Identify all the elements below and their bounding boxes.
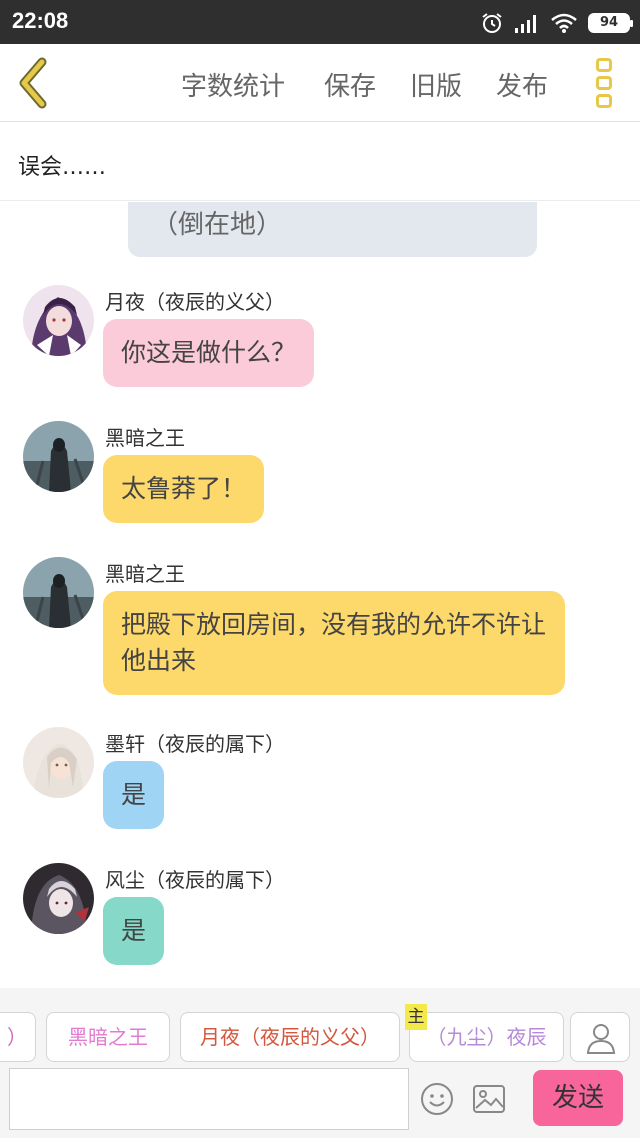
battery-icon: 94 — [588, 13, 633, 33]
menu-dot — [596, 58, 612, 72]
message-bubble[interactable]: 你这是做什么？ — [103, 319, 315, 387]
character-chip[interactable]: 月夜（夜辰的义父） — [180, 1012, 400, 1062]
character-chip[interactable]: （九尘）夜辰 — [409, 1012, 564, 1062]
input-bar: 发送 — [0, 1066, 640, 1138]
message-bubble[interactable]: 是 — [103, 761, 165, 829]
message-sender: 风尘（夜辰的属下） — [105, 868, 285, 892]
character-bar: ） 黑暗之王 月夜（夜辰的义父） （九尘）夜辰 主 — [0, 988, 640, 1066]
smiley-icon[interactable] — [420, 1082, 454, 1116]
chapter-title-row[interactable]: 误会…… — [0, 123, 640, 201]
chat-area[interactable]: （倒在地） 月夜（夜辰的义父） 你这是做什么？ 黑暗之王 太鲁莽了！ 黑暗之王 … — [0, 202, 640, 988]
back-button[interactable] — [14, 56, 54, 110]
status-bar: 22:08 94 — [0, 0, 640, 44]
narration-bubble[interactable]: （倒在地） — [128, 202, 537, 257]
avatar[interactable] — [23, 285, 94, 356]
message-sender: 黑暗之王 — [105, 562, 185, 586]
message-bubble[interactable]: 把殿下放回房间，没有我的允许不许让他出来 — [103, 591, 565, 695]
character-chip[interactable]: 黑暗之王 — [46, 1012, 170, 1062]
word-count-button[interactable]: 字数统计 — [181, 66, 285, 103]
host-badge: 主 — [405, 1004, 427, 1030]
avatar[interactable] — [23, 863, 94, 934]
message-bubble[interactable]: 太鲁莽了！ — [103, 455, 265, 523]
more-menu-button[interactable] — [592, 56, 616, 110]
message-sender: 黑暗之王 — [105, 426, 185, 450]
message-sender: 月夜（夜辰的义父） — [105, 290, 285, 314]
image-icon[interactable] — [472, 1084, 506, 1114]
menu-dot — [596, 94, 612, 108]
save-button[interactable]: 保存 — [324, 66, 376, 103]
character-chip[interactable]: ） — [0, 1012, 36, 1062]
chapter-title: 误会…… — [18, 155, 107, 180]
avatar[interactable] — [23, 557, 94, 628]
message-bubble[interactable]: 是 — [103, 897, 165, 965]
status-time: 22:08 — [12, 8, 69, 33]
add-character-button[interactable] — [570, 1012, 630, 1062]
message-sender: 墨轩（夜辰的属下） — [105, 732, 285, 756]
person-icon — [586, 1024, 616, 1054]
menu-dot — [596, 76, 612, 90]
old-version-button[interactable]: 旧版 — [410, 66, 462, 103]
avatar[interactable] — [23, 421, 94, 492]
signal-icon — [515, 15, 536, 33]
avatar[interactable] — [23, 727, 94, 798]
wifi-icon — [551, 13, 577, 33]
editor-toolbar: 字数统计 保存 旧版 发布 — [0, 44, 640, 122]
publish-button[interactable]: 发布 — [496, 66, 548, 103]
message-input[interactable] — [9, 1068, 409, 1130]
send-button[interactable]: 发送 — [533, 1070, 623, 1126]
alarm-icon — [482, 13, 502, 33]
status-icons: 94 — [480, 10, 633, 36]
